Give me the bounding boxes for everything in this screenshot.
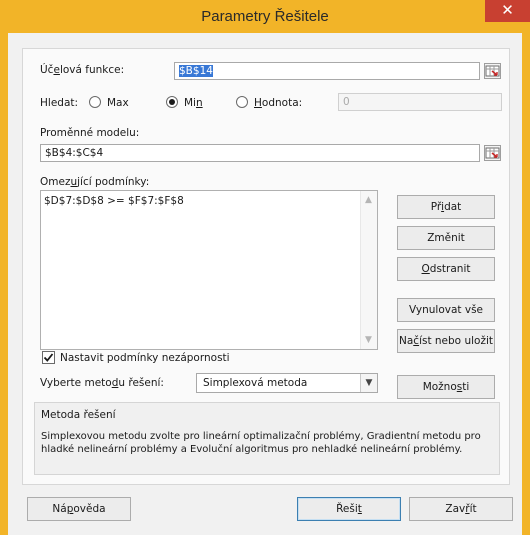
window-frame-left <box>0 33 8 535</box>
solve-button[interactable]: Řešit <box>297 497 401 521</box>
variables-label: Proměnné modelu: <box>40 127 140 139</box>
change-button[interactable]: Změnit <box>397 226 495 250</box>
radio-min-label[interactable]: Min <box>184 97 203 109</box>
range-reference-icon[interactable] <box>484 63 501 79</box>
radio-hodnota-label[interactable]: Hodnota: <box>254 97 302 109</box>
options-button[interactable]: Možnosti <box>397 375 495 399</box>
radio-hodnota[interactable] <box>236 96 248 108</box>
hledat-label: Hledat: <box>40 97 79 109</box>
checkmark-icon <box>43 353 54 362</box>
load-save-button[interactable]: Načíst nebo uložit <box>397 329 495 353</box>
method-info-title: Metoda řešení <box>41 409 116 421</box>
method-label: Vyberte metodu řešení: <box>40 377 164 389</box>
radio-max-label[interactable]: Max <box>107 97 129 109</box>
scroll-down-icon[interactable]: ▼ <box>365 335 372 345</box>
method-info-box: Metoda řešení Simplexovou metodu zvolte … <box>34 402 500 475</box>
title-bar: Parametry Řešitele ✕ <box>0 0 530 33</box>
method-select[interactable]: Simplexová metoda ▼ <box>196 373 378 393</box>
nonneg-checkbox[interactable] <box>42 351 55 364</box>
radio-selected-dot <box>169 99 175 105</box>
method-selected-value: Simplexová metoda <box>203 377 308 389</box>
range-reference-icon[interactable] <box>484 145 501 161</box>
constraints-scrollbar[interactable]: ▲ ▼ <box>360 191 377 349</box>
chevron-down-icon[interactable]: ▼ <box>360 374 377 392</box>
close-icon[interactable]: ✕ <box>485 0 530 22</box>
constraints-list[interactable]: $D$7:$D$8 >= $F$7:$F$8 ▲ ▼ <box>40 190 378 350</box>
help-button[interactable]: Nápověda <box>27 497 131 521</box>
reset-all-button[interactable]: Vynulovat vše <box>397 298 495 322</box>
method-info-description: Simplexovou metodu zvolte pro lineární o… <box>41 431 481 455</box>
delete-button[interactable]: Odstranit <box>397 257 495 281</box>
hodnota-input[interactable]: 0 <box>338 93 502 111</box>
nonneg-label[interactable]: Nastavit podmínky nezápornosti <box>60 352 230 364</box>
window-frame-right <box>522 33 530 535</box>
add-button[interactable]: Přidat <box>397 195 495 219</box>
constraints-label: Omezující podmínky: <box>40 176 150 188</box>
variables-input[interactable]: $B$4:$C$4 <box>40 144 480 162</box>
list-item[interactable]: $D$7:$D$8 >= $F$7:$F$8 <box>44 195 184 207</box>
radio-max[interactable] <box>89 96 101 108</box>
window-title: Parametry Řešitele <box>201 8 329 25</box>
close-button[interactable]: Zavřít <box>409 497 513 521</box>
objective-label: Účelová funkce: <box>40 64 125 76</box>
objective-input[interactable]: $B$14 <box>174 62 480 80</box>
scroll-up-icon[interactable]: ▲ <box>365 195 372 205</box>
radio-min[interactable] <box>166 96 178 108</box>
